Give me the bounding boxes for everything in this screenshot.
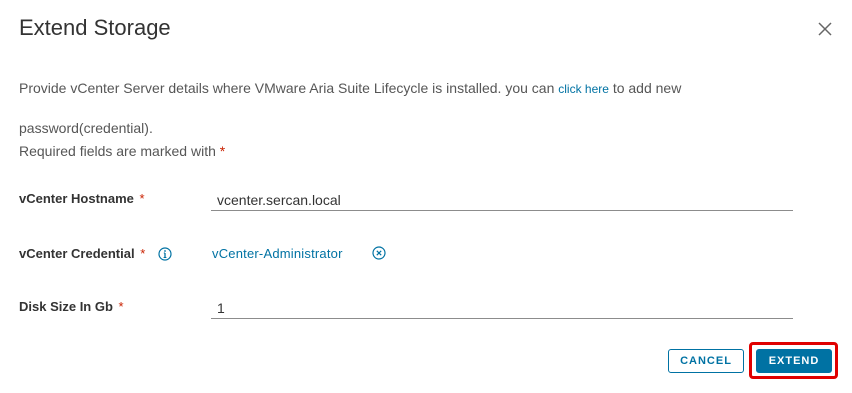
click-here-link[interactable]: click here bbox=[558, 82, 609, 96]
credential-label: vCenter Credential * bbox=[19, 246, 145, 261]
extend-button[interactable]: EXTEND bbox=[756, 349, 832, 373]
dialog-description: Provide vCenter Server details where VMw… bbox=[19, 80, 819, 96]
description-text-suffix: to add new bbox=[608, 80, 682, 96]
disk-size-input[interactable] bbox=[211, 297, 793, 319]
close-icon[interactable] bbox=[815, 19, 835, 39]
hostname-label: vCenter Hostname * bbox=[19, 191, 145, 206]
required-fields-note: Required fields are marked with * bbox=[19, 143, 225, 159]
hostname-input[interactable] bbox=[211, 189, 793, 211]
required-marker: * bbox=[219, 143, 226, 159]
disk-size-label-text: Disk Size In Gb bbox=[19, 299, 113, 314]
description-line-2: password(credential). bbox=[19, 120, 153, 136]
disk-size-label: Disk Size In Gb * bbox=[19, 299, 124, 314]
clear-circle-icon[interactable] bbox=[372, 246, 386, 260]
required-marker: * bbox=[139, 191, 145, 206]
required-marker: * bbox=[140, 246, 146, 261]
description-text: Provide vCenter Server details where VMw… bbox=[19, 80, 559, 96]
dialog-title: Extend Storage bbox=[19, 15, 171, 40]
credential-label-text: vCenter Credential bbox=[19, 246, 135, 261]
credential-value[interactable]: vCenter-Administrator bbox=[212, 246, 343, 261]
required-marker: * bbox=[118, 299, 124, 314]
hostname-label-text: vCenter Hostname bbox=[19, 191, 134, 206]
cancel-button[interactable]: CANCEL bbox=[668, 349, 744, 373]
info-icon[interactable] bbox=[158, 247, 172, 261]
required-note-text: Required fields are marked with bbox=[19, 143, 216, 159]
